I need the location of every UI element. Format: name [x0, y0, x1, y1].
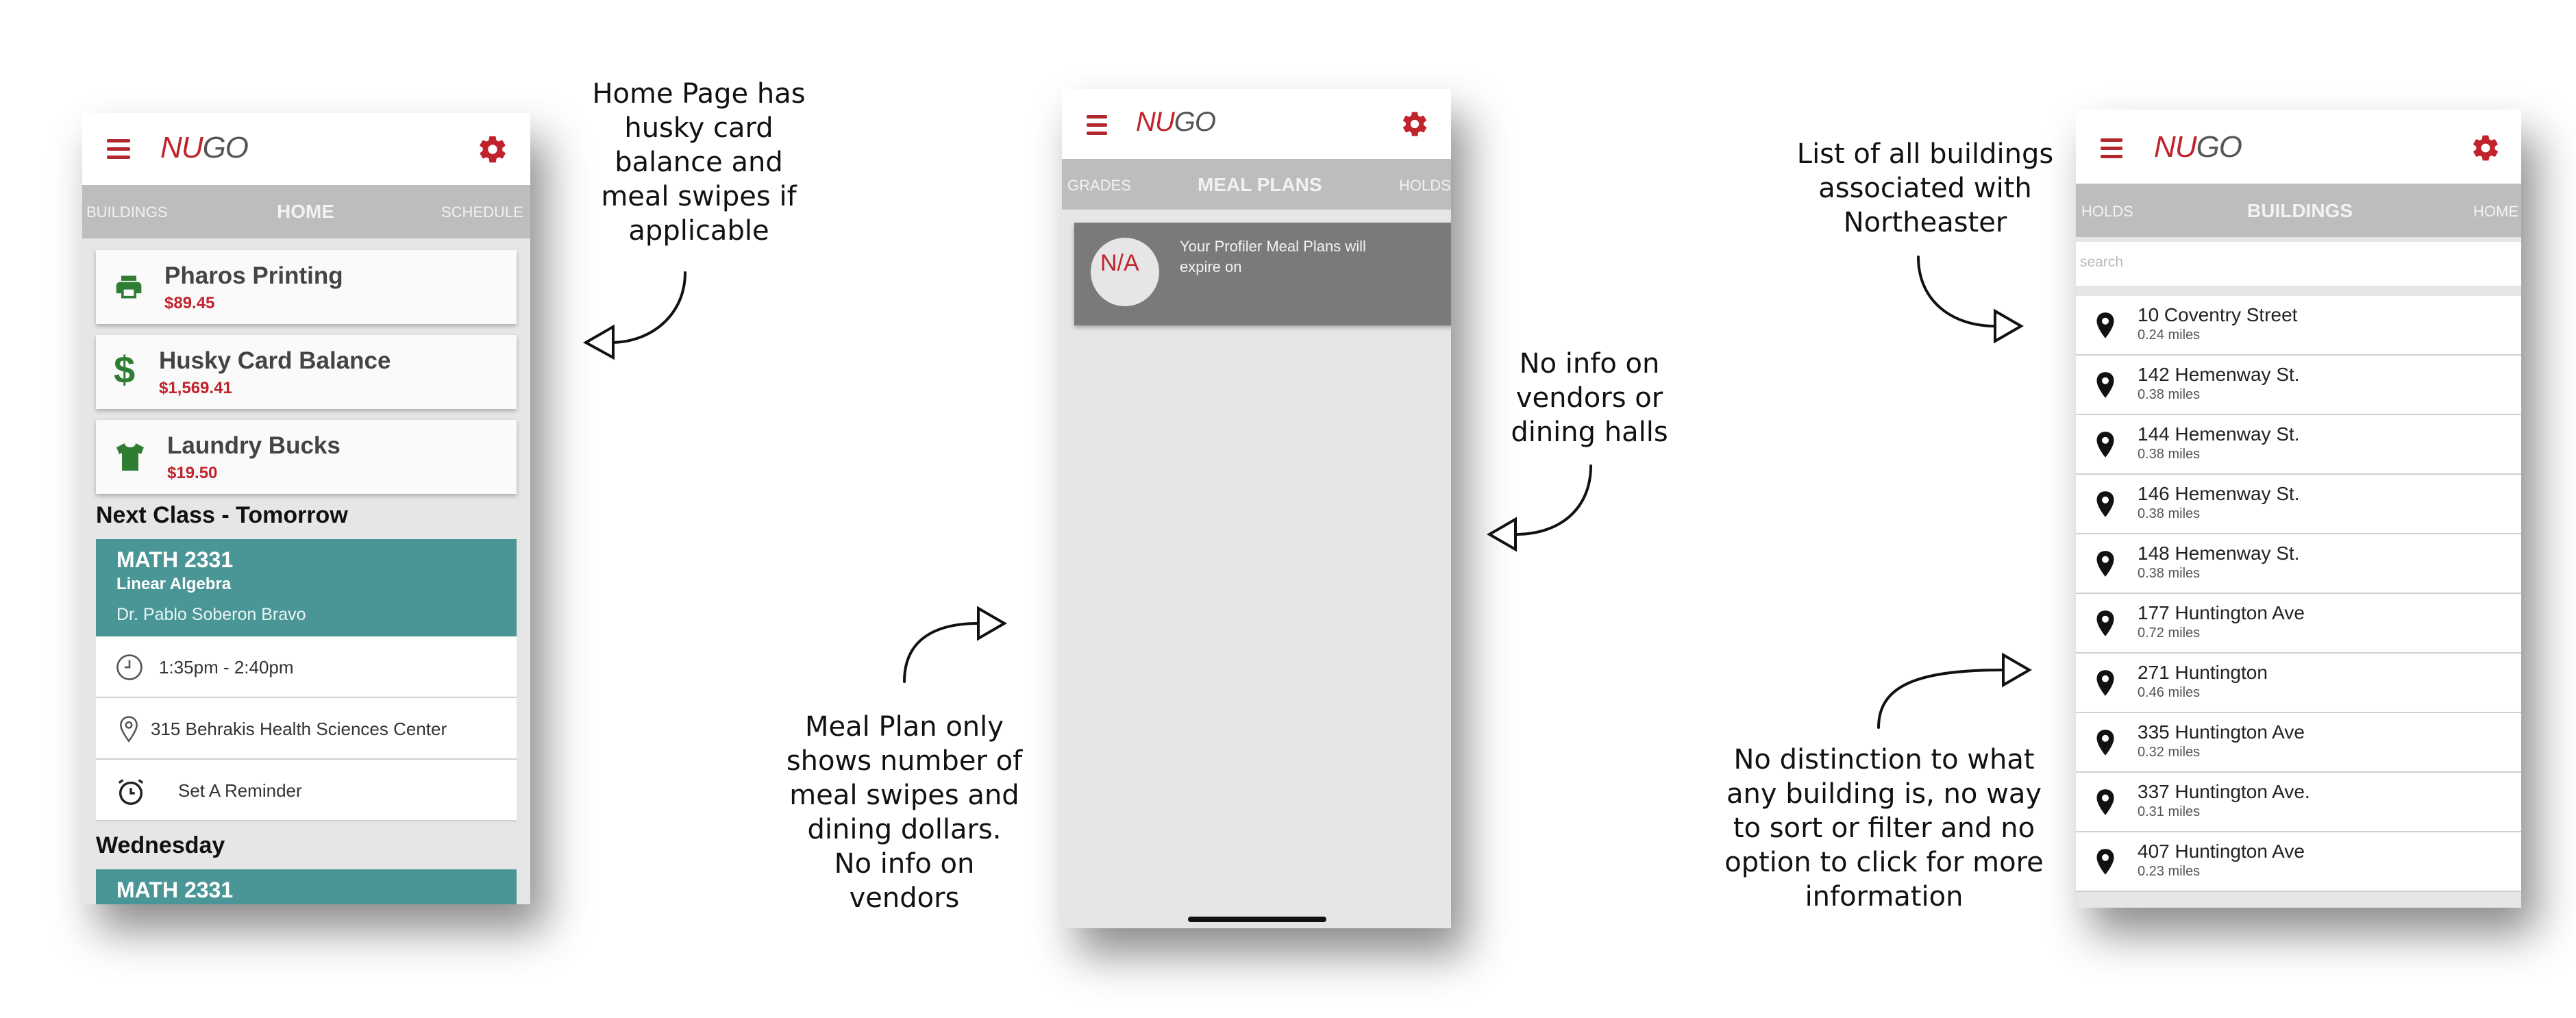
- arrow-to-building-list: [1877, 669, 2005, 729]
- arrow-head: [977, 606, 1007, 641]
- arrow-to-buildings: [1917, 256, 1996, 327]
- arrow-to-home: [610, 271, 686, 344]
- arrow-head: [582, 324, 615, 360]
- arrow-head: [1994, 308, 2024, 344]
- arrow-head: [2002, 652, 2032, 688]
- arrow-to-meal-plans: [903, 622, 980, 683]
- arrow-head: [1487, 517, 1517, 552]
- arrow-to-meal-plans-right: [1514, 464, 1592, 536]
- annotation-arrows: [582, 256, 2032, 729]
